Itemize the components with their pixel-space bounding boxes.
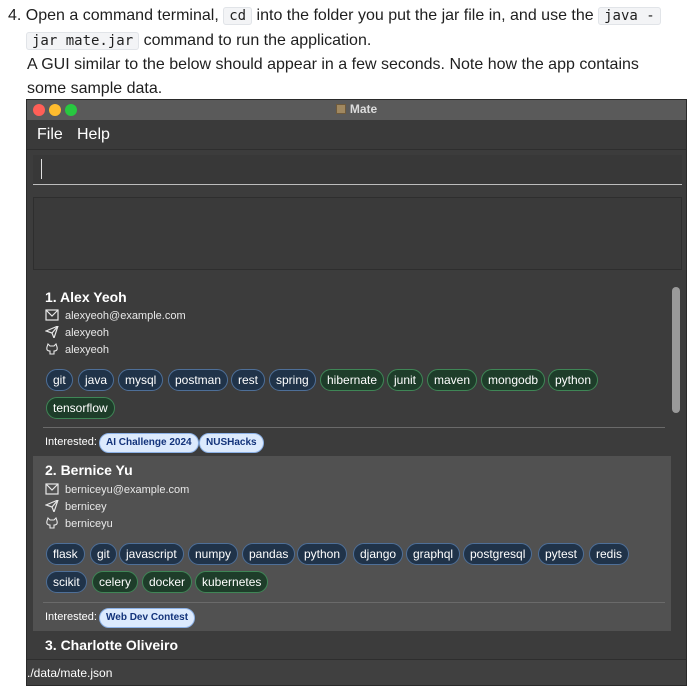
- tag: git: [90, 543, 117, 565]
- interest-pill: NUSHacks: [199, 433, 264, 453]
- code-jar: jar mate.jar: [26, 32, 140, 50]
- text-caret: [41, 159, 42, 179]
- code-cd: cd: [223, 7, 253, 25]
- tag: python: [548, 369, 599, 391]
- interest-pill: Web Dev Contest: [99, 608, 196, 628]
- email-text: alexyeoh@example.com: [65, 310, 186, 322]
- tag: mongodb: [481, 369, 546, 391]
- person-name: 3. Charlotte Oliveiro: [45, 637, 179, 653]
- email-row: alexyeoh@example.com: [45, 309, 186, 322]
- step-number: 4.: [8, 7, 22, 24]
- tag: git: [46, 369, 73, 391]
- telegram-row: alexyeoh: [45, 326, 109, 339]
- github-icon: [46, 343, 58, 355]
- tag: python: [297, 543, 348, 565]
- divider: [43, 427, 665, 428]
- app-window: Mate File Help 1. Alex Yeoh alexyeoh@exa…: [26, 99, 687, 686]
- tag: java: [78, 369, 115, 391]
- telegram-text: alexyeoh: [65, 327, 110, 339]
- tag: junit: [387, 369, 424, 391]
- interested-label: Interested:: [45, 611, 97, 623]
- envelope-icon: [45, 483, 59, 495]
- person-card[interactable]: 2. Bernice Yu berniceyu@example.com bern…: [33, 456, 671, 631]
- tag: pandas: [242, 543, 296, 565]
- tag: postman: [168, 369, 229, 391]
- tag: docker: [142, 571, 193, 593]
- instruction-line-2: jar mate.jar command to run the applicat…: [26, 29, 371, 53]
- instruction-text: command to run the application.: [143, 32, 372, 49]
- instruction-line-4: some sample data.: [27, 80, 163, 97]
- github-text: berniceyu: [65, 518, 113, 530]
- instruction-text: Open a command terminal,: [25, 7, 219, 24]
- instruction-text: into the folder you put the jar file in,…: [256, 7, 594, 24]
- person-list[interactable]: 1. Alex Yeoh alexyeoh@example.com alexye…: [33, 284, 682, 656]
- tag: redis: [589, 543, 630, 565]
- tag: spring: [269, 369, 316, 391]
- tag: rest: [231, 369, 266, 391]
- person-card[interactable]: 1. Alex Yeoh alexyeoh@example.com alexye…: [33, 284, 671, 456]
- instruction-line-3: A GUI similar to the below should appear…: [27, 56, 639, 73]
- person-card[interactable]: 3. Charlotte Oliveiro: [33, 631, 671, 656]
- list-scrollbar[interactable]: [672, 287, 680, 413]
- code-java: java -: [598, 7, 661, 25]
- window-title: Mate: [27, 102, 686, 116]
- email-row: berniceyu@example.com: [45, 483, 189, 496]
- interest-pill: AI Challenge 2024: [99, 433, 199, 453]
- github-text: alexyeoh: [65, 344, 110, 356]
- menu-bar: File Help: [27, 120, 686, 150]
- send-icon: [45, 326, 59, 338]
- envelope-icon: [45, 309, 59, 321]
- divider: [43, 602, 665, 603]
- tag: tensorflow: [46, 397, 115, 419]
- command-input[interactable]: [33, 155, 682, 185]
- tag: maven: [427, 369, 478, 391]
- person-name: 2. Bernice Yu: [45, 462, 133, 478]
- tag: mysql: [118, 369, 164, 391]
- tag: kubernetes: [195, 571, 269, 593]
- person-name: 1. Alex Yeoh: [45, 289, 127, 305]
- tag: celery: [92, 571, 139, 593]
- tag: scikit: [46, 571, 87, 593]
- save-location-path: ./data/mate.json: [27, 666, 113, 680]
- instruction-line-1: 4. Open a command terminal, cd into the …: [8, 4, 661, 28]
- window-title-text: Mate: [349, 102, 378, 116]
- telegram-row: bernicey: [45, 500, 107, 513]
- github-row: alexyeoh: [45, 343, 109, 356]
- title-bar: Mate: [27, 100, 686, 120]
- tag: pytest: [538, 543, 585, 565]
- send-icon: [45, 500, 59, 512]
- app-icon: [335, 104, 346, 114]
- status-bar: ./data/mate.json: [27, 659, 686, 685]
- tag: graphql: [406, 543, 461, 565]
- menu-file[interactable]: File: [37, 126, 63, 144]
- tag: postgresql: [463, 543, 533, 565]
- telegram-text: bernicey: [65, 501, 107, 513]
- tag: flask: [46, 543, 85, 565]
- result-display: [33, 197, 682, 270]
- email-text: berniceyu@example.com: [65, 484, 190, 496]
- menu-help[interactable]: Help: [77, 126, 110, 144]
- tag: django: [353, 543, 404, 565]
- tag: numpy: [188, 543, 239, 565]
- interested-label: Interested:: [45, 436, 97, 448]
- github-icon: [46, 517, 58, 529]
- github-row: berniceyu: [45, 517, 113, 530]
- tag: hibernate: [320, 369, 385, 391]
- tag: javascript: [119, 543, 184, 565]
